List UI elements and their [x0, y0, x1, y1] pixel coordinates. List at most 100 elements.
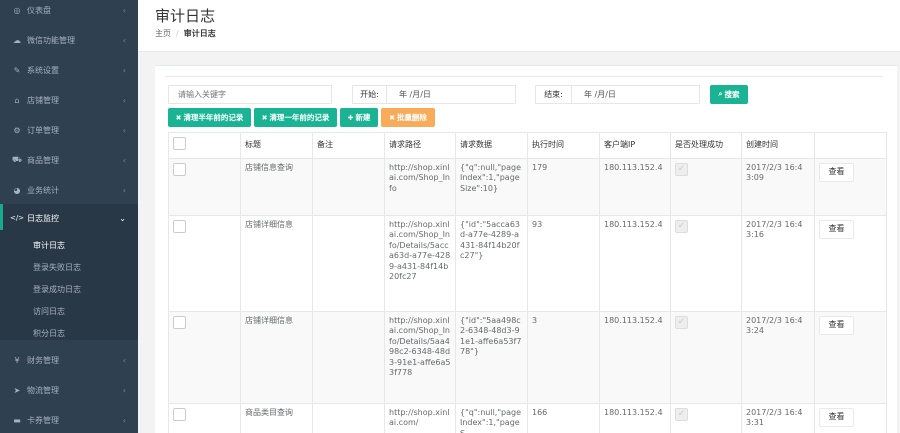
sidebar-item-label: 日志监控	[27, 213, 59, 223]
sidebar-item-label: 微信功能管理	[27, 35, 75, 45]
sidebar-item-wechat[interactable]: ☁ 微信功能管理 ‹	[0, 25, 138, 55]
cell-data: {"q":null,"pageIndex":1,"pageSize":10}	[455, 157, 528, 216]
batch-delete-button[interactable]: ✖ 批量删除	[381, 108, 435, 127]
cell-actions: 查看	[814, 157, 887, 216]
sidebar-item-statistics[interactable]: ◕ 业务统计 ‹	[0, 175, 138, 205]
close-icon: ✖	[175, 113, 182, 122]
cell-created: 2017/2/3 16:43:09	[741, 157, 815, 216]
sidebar-item-label: 物流管理	[27, 385, 59, 395]
cell-remark	[312, 214, 385, 312]
sidebar-item-coupons[interactable]: ▬ 卡券管理 ‹	[0, 405, 138, 433]
select-all-cell	[168, 132, 241, 159]
chevron-left-icon: ‹	[122, 125, 126, 135]
cell-actions: 查看	[814, 214, 887, 312]
sidebar-item-label: 仪表盘	[27, 5, 51, 15]
chevron-left-icon: ‹	[122, 95, 126, 105]
cell-created: 2017/2/3 16:43:16	[741, 214, 815, 312]
clear-one-year-label: 清理一年前的记录	[269, 113, 330, 122]
select-all-checkbox[interactable]	[173, 137, 186, 150]
search-icon: ⌕	[718, 90, 723, 98]
sidebar-item-label: 卡券管理	[27, 415, 59, 425]
sidebar-item-log-monitor[interactable]: </> 日志监控 ⌄	[0, 204, 138, 232]
success-checkbox: ✓	[675, 162, 688, 176]
wrench-icon: ✎	[13, 65, 21, 75]
cell-ip: 180.113.152.4	[599, 402, 671, 433]
start-date-input[interactable]: 年 /月/日	[399, 89, 431, 100]
success-checkbox: ✓	[675, 407, 688, 421]
column-header: 备注	[312, 132, 385, 159]
success-checkbox: ✓	[675, 315, 688, 329]
breadcrumb-separator: /	[176, 29, 179, 38]
clear-half-year-button[interactable]: ✖ 清理半年前的记录	[168, 108, 251, 127]
keyword-search-input[interactable]	[168, 85, 332, 104]
new-button[interactable]: ✚ 新建	[340, 108, 378, 127]
chevron-left-icon: ‹	[122, 65, 126, 75]
cell-data: {"q":null,"pageIndex":1,"pageS	[455, 402, 528, 433]
search-button[interactable]: ⌕ 搜索	[710, 85, 748, 104]
pie-chart-icon: ◕	[13, 185, 21, 195]
close-icon: ✖	[261, 113, 268, 122]
submenu-item-login-success-log[interactable]: 登录成功日志	[33, 284, 81, 295]
chevron-left-icon: ‹	[122, 185, 126, 195]
dashboard-icon: ◎	[13, 5, 21, 15]
page-header: 审计日志 主页 / 审计日志	[138, 0, 900, 52]
submenu-item-access-log[interactable]: 访问日志	[33, 306, 65, 317]
sidebar-item-orders[interactable]: ⚙ 订单管理 ‹	[0, 115, 138, 145]
cell-success: ✓	[670, 214, 742, 312]
view-button[interactable]: 查看	[819, 407, 854, 427]
submenu-item-login-failure-log[interactable]: 登录失败日志	[33, 262, 81, 273]
cell-actions: 查看	[814, 310, 887, 404]
row-checkbox[interactable]	[173, 407, 186, 421]
row-checkbox[interactable]	[173, 162, 186, 176]
table-row: 店铺详细信息 http://shop.xinlai.com/Shop_Info/…	[168, 310, 887, 404]
sidebar-item-shop[interactable]: ⌂ 店铺管理 ‹	[0, 85, 138, 115]
chevron-left-icon: ‹	[122, 355, 126, 365]
row-select-cell	[168, 402, 241, 433]
cell-title: 商品类目查询	[240, 402, 313, 433]
submenu-item-audit-log[interactable]: 审计日志	[33, 240, 65, 251]
column-header: 是否处理成功	[670, 132, 742, 159]
sidebar-item-label: 业务统计	[27, 185, 59, 195]
row-select-cell	[168, 214, 241, 312]
row-checkbox[interactable]	[173, 219, 186, 233]
row-select-cell	[168, 310, 241, 404]
sidebar-item-label: 订单管理	[27, 125, 59, 135]
end-date-input[interactable]: 年 /月/日	[584, 89, 616, 100]
submenu-item-points-log[interactable]: 积分日志	[33, 328, 65, 339]
view-button[interactable]: 查看	[819, 219, 854, 239]
close-icon: ✖	[389, 113, 395, 122]
breadcrumb: 主页 / 审计日志	[155, 28, 216, 39]
cell-exec-time: 93	[527, 214, 600, 312]
sidebar-item-system[interactable]: ✎ 系统设置 ‹	[0, 55, 138, 85]
cell-path: http://shop.xinlai.com/Shop_Info	[384, 157, 456, 216]
view-button[interactable]: 查看	[819, 315, 854, 335]
sidebar-item-label: 财务管理	[27, 355, 59, 365]
sidebar-item-logistics[interactable]: ➤ 物流管理 ‹	[0, 375, 138, 405]
sidebar-item-products[interactable]: ⛟ 商品管理 ‹	[0, 145, 138, 175]
cell-success: ✓	[670, 310, 742, 404]
column-header: 创建时间	[741, 132, 815, 159]
clear-half-year-label: 清理半年前的记录	[183, 113, 244, 122]
chevron-left-icon: ‹	[122, 35, 126, 45]
table-row: 店铺信息查询 http://shop.xinlai.com/Shop_Info …	[168, 157, 887, 216]
table-row: 商品类目查询 http://shop.xinlai.com/ {"q":null…	[168, 402, 887, 433]
success-checkbox: ✓	[675, 219, 688, 233]
cell-path: http://shop.xinlai.com/	[384, 402, 456, 433]
clear-one-year-button[interactable]: ✖ 清理一年前的记录	[254, 108, 337, 127]
breadcrumb-home[interactable]: 主页	[155, 29, 171, 38]
column-header: 请求路径	[384, 132, 456, 159]
sidebar-item-finance[interactable]: ¥ 财务管理 ‹	[0, 345, 138, 375]
cell-title: 店铺详细信息	[240, 214, 313, 312]
wechat-icon: ☁	[13, 35, 21, 45]
table-row: 店铺详细信息 http://shop.xinlai.com/Shop_Info/…	[168, 214, 887, 312]
row-checkbox[interactable]	[173, 315, 186, 329]
cell-success: ✓	[670, 402, 742, 433]
cell-remark	[312, 310, 385, 404]
cell-path: http://shop.xinlai.com/Shop_Info/Details…	[384, 214, 456, 312]
end-date-label: 结束:	[536, 86, 572, 103]
sidebar-item-dashboard[interactable]: ◎ 仪表盘 ‹	[0, 0, 138, 20]
sidebar-item-label: 商品管理	[27, 155, 59, 165]
view-button[interactable]: 查看	[819, 162, 854, 182]
end-date-group: 结束: 年 /月/日	[535, 85, 700, 104]
cell-created: 2017/2/3 16:43:31	[741, 402, 815, 433]
